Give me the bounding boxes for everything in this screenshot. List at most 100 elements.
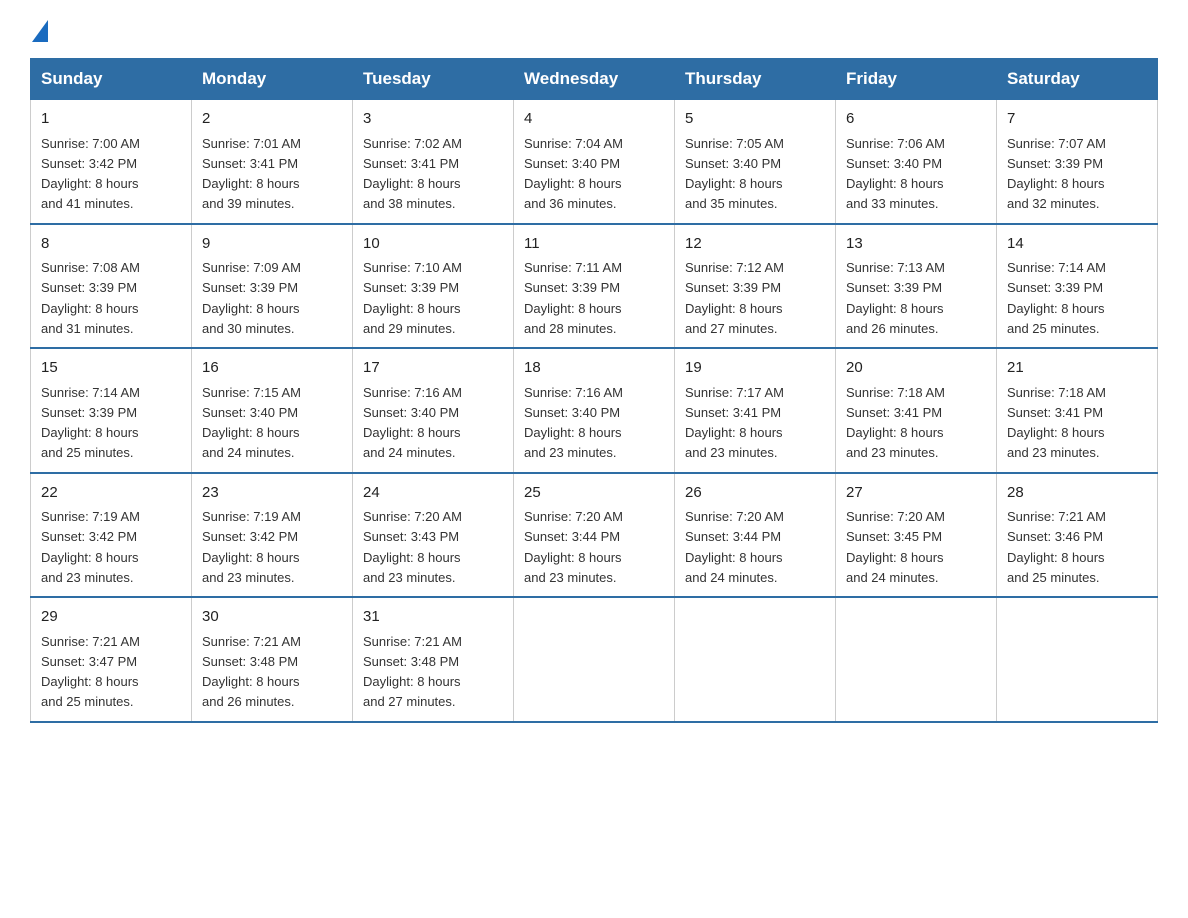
page-header: [30, 20, 1158, 43]
calendar-cell: [836, 597, 997, 722]
calendar-cell: 8 Sunrise: 7:08 AMSunset: 3:39 PMDaylight…: [31, 224, 192, 349]
day-number: 6: [846, 108, 986, 131]
calendar-cell: 7 Sunrise: 7:07 AMSunset: 3:39 PMDaylight…: [997, 100, 1158, 224]
calendar-cell: 11 Sunrise: 7:11 AMSunset: 3:39 PMDayligh…: [514, 224, 675, 349]
day-info: Sunrise: 7:07 AMSunset: 3:39 PMDaylight:…: [1007, 136, 1106, 212]
header-tuesday: Tuesday: [353, 59, 514, 100]
week-row-4: 22 Sunrise: 7:19 AMSunset: 3:42 PMDayligh…: [31, 473, 1158, 598]
header-row: SundayMondayTuesdayWednesdayThursdayFrid…: [31, 59, 1158, 100]
day-info: Sunrise: 7:06 AMSunset: 3:40 PMDaylight:…: [846, 136, 945, 212]
calendar-cell: 5 Sunrise: 7:05 AMSunset: 3:40 PMDaylight…: [675, 100, 836, 224]
calendar-cell: 1 Sunrise: 7:00 AMSunset: 3:42 PMDaylight…: [31, 100, 192, 224]
day-number: 19: [685, 357, 825, 380]
day-info: Sunrise: 7:16 AMSunset: 3:40 PMDaylight:…: [524, 385, 623, 461]
day-info: Sunrise: 7:21 AMSunset: 3:46 PMDaylight:…: [1007, 509, 1106, 585]
day-number: 10: [363, 233, 503, 256]
day-info: Sunrise: 7:01 AMSunset: 3:41 PMDaylight:…: [202, 136, 301, 212]
header-monday: Monday: [192, 59, 353, 100]
calendar-cell: 18 Sunrise: 7:16 AMSunset: 3:40 PMDayligh…: [514, 348, 675, 473]
calendar-cell: 19Sunrise: 7:17 AMSunset: 3:41 PMDayligh…: [675, 348, 836, 473]
day-number: 25: [524, 482, 664, 505]
day-info: Sunrise: 7:04 AMSunset: 3:40 PMDaylight:…: [524, 136, 623, 212]
day-info: Sunrise: 7:19 AMSunset: 3:42 PMDaylight:…: [41, 509, 140, 585]
day-info: Sunrise: 7:18 AMSunset: 3:41 PMDaylight:…: [846, 385, 945, 461]
calendar-cell: 15 Sunrise: 7:14 AMSunset: 3:39 PMDayligh…: [31, 348, 192, 473]
logo-triangle-icon: [32, 20, 48, 42]
day-number: 3: [363, 108, 503, 131]
day-info: Sunrise: 7:21 AMSunset: 3:47 PMDaylight:…: [41, 634, 140, 710]
day-info: Sunrise: 7:21 AMSunset: 3:48 PMDaylight:…: [202, 634, 301, 710]
day-info: Sunrise: 7:11 AMSunset: 3:39 PMDaylight:…: [524, 260, 622, 336]
day-number: 9: [202, 233, 342, 256]
day-number: 21: [1007, 357, 1147, 380]
day-info: Sunrise: 7:00 AMSunset: 3:42 PMDaylight:…: [41, 136, 140, 212]
calendar-cell: 27Sunrise: 7:20 AMSunset: 3:45 PMDayligh…: [836, 473, 997, 598]
day-number: 20: [846, 357, 986, 380]
day-number: 29: [41, 606, 181, 629]
calendar-cell: 12 Sunrise: 7:12 AMSunset: 3:39 PMDayligh…: [675, 224, 836, 349]
header-wednesday: Wednesday: [514, 59, 675, 100]
calendar-cell: 14Sunrise: 7:14 AMSunset: 3:39 PMDayligh…: [997, 224, 1158, 349]
day-info: Sunrise: 7:10 AMSunset: 3:39 PMDaylight:…: [363, 260, 462, 336]
header-thursday: Thursday: [675, 59, 836, 100]
header-saturday: Saturday: [997, 59, 1158, 100]
calendar-cell: 6 Sunrise: 7:06 AMSunset: 3:40 PMDaylight…: [836, 100, 997, 224]
calendar-cell: 2 Sunrise: 7:01 AMSunset: 3:41 PMDaylight…: [192, 100, 353, 224]
calendar-cell: 20 Sunrise: 7:18 AMSunset: 3:41 PMDayligh…: [836, 348, 997, 473]
calendar-cell: 22 Sunrise: 7:19 AMSunset: 3:42 PMDayligh…: [31, 473, 192, 598]
calendar-cell: [675, 597, 836, 722]
day-number: 18: [524, 357, 664, 380]
day-info: Sunrise: 7:20 AMSunset: 3:44 PMDaylight:…: [685, 509, 784, 585]
day-number: 22: [41, 482, 181, 505]
day-number: 30: [202, 606, 342, 629]
header-friday: Friday: [836, 59, 997, 100]
day-number: 12: [685, 233, 825, 256]
calendar-cell: 3 Sunrise: 7:02 AMSunset: 3:41 PMDaylight…: [353, 100, 514, 224]
day-number: 23: [202, 482, 342, 505]
calendar-cell: 31 Sunrise: 7:21 AMSunset: 3:48 PMDayligh…: [353, 597, 514, 722]
calendar-table: SundayMondayTuesdayWednesdayThursdayFrid…: [30, 58, 1158, 723]
day-info: Sunrise: 7:15 AMSunset: 3:40 PMDaylight:…: [202, 385, 301, 461]
calendar-cell: 9 Sunrise: 7:09 AMSunset: 3:39 PMDaylight…: [192, 224, 353, 349]
day-number: 17: [363, 357, 503, 380]
calendar-cell: 10 Sunrise: 7:10 AMSunset: 3:39 PMDayligh…: [353, 224, 514, 349]
calendar-cell: 16Sunrise: 7:15 AMSunset: 3:40 PMDayligh…: [192, 348, 353, 473]
day-number: 24: [363, 482, 503, 505]
day-info: Sunrise: 7:21 AMSunset: 3:48 PMDaylight:…: [363, 634, 462, 710]
day-info: Sunrise: 7:14 AMSunset: 3:39 PMDaylight:…: [1007, 260, 1106, 336]
day-number: 31: [363, 606, 503, 629]
calendar-cell: 17 Sunrise: 7:16 AMSunset: 3:40 PMDayligh…: [353, 348, 514, 473]
day-info: Sunrise: 7:08 AMSunset: 3:39 PMDaylight:…: [41, 260, 140, 336]
day-info: Sunrise: 7:20 AMSunset: 3:44 PMDaylight:…: [524, 509, 623, 585]
day-info: Sunrise: 7:02 AMSunset: 3:41 PMDaylight:…: [363, 136, 462, 212]
day-number: 13: [846, 233, 986, 256]
day-info: Sunrise: 7:16 AMSunset: 3:40 PMDaylight:…: [363, 385, 462, 461]
day-info: Sunrise: 7:14 AMSunset: 3:39 PMDaylight:…: [41, 385, 140, 461]
week-row-2: 8 Sunrise: 7:08 AMSunset: 3:39 PMDaylight…: [31, 224, 1158, 349]
day-number: 5: [685, 108, 825, 131]
day-number: 7: [1007, 108, 1147, 131]
calendar-cell: [514, 597, 675, 722]
day-info: Sunrise: 7:18 AMSunset: 3:41 PMDaylight:…: [1007, 385, 1106, 461]
calendar-cell: 29 Sunrise: 7:21 AMSunset: 3:47 PMDayligh…: [31, 597, 192, 722]
day-number: 8: [41, 233, 181, 256]
day-info: Sunrise: 7:09 AMSunset: 3:39 PMDaylight:…: [202, 260, 301, 336]
calendar-cell: 13Sunrise: 7:13 AMSunset: 3:39 PMDayligh…: [836, 224, 997, 349]
week-row-1: 1 Sunrise: 7:00 AMSunset: 3:42 PMDaylight…: [31, 100, 1158, 224]
day-number: 15: [41, 357, 181, 380]
day-number: 11: [524, 233, 664, 256]
day-number: 1: [41, 108, 181, 131]
calendar-cell: 21 Sunrise: 7:18 AMSunset: 3:41 PMDayligh…: [997, 348, 1158, 473]
calendar-cell: 24 Sunrise: 7:20 AMSunset: 3:43 PMDayligh…: [353, 473, 514, 598]
day-number: 26: [685, 482, 825, 505]
week-row-3: 15 Sunrise: 7:14 AMSunset: 3:39 PMDayligh…: [31, 348, 1158, 473]
day-info: Sunrise: 7:20 AMSunset: 3:43 PMDaylight:…: [363, 509, 462, 585]
day-info: Sunrise: 7:12 AMSunset: 3:39 PMDaylight:…: [685, 260, 784, 336]
calendar-cell: 30 Sunrise: 7:21 AMSunset: 3:48 PMDayligh…: [192, 597, 353, 722]
calendar-cell: 28Sunrise: 7:21 AMSunset: 3:46 PMDayligh…: [997, 473, 1158, 598]
day-info: Sunrise: 7:05 AMSunset: 3:40 PMDaylight:…: [685, 136, 784, 212]
day-number: 2: [202, 108, 342, 131]
day-number: 4: [524, 108, 664, 131]
day-info: Sunrise: 7:20 AMSunset: 3:45 PMDaylight:…: [846, 509, 945, 585]
calendar-cell: 26 Sunrise: 7:20 AMSunset: 3:44 PMDayligh…: [675, 473, 836, 598]
